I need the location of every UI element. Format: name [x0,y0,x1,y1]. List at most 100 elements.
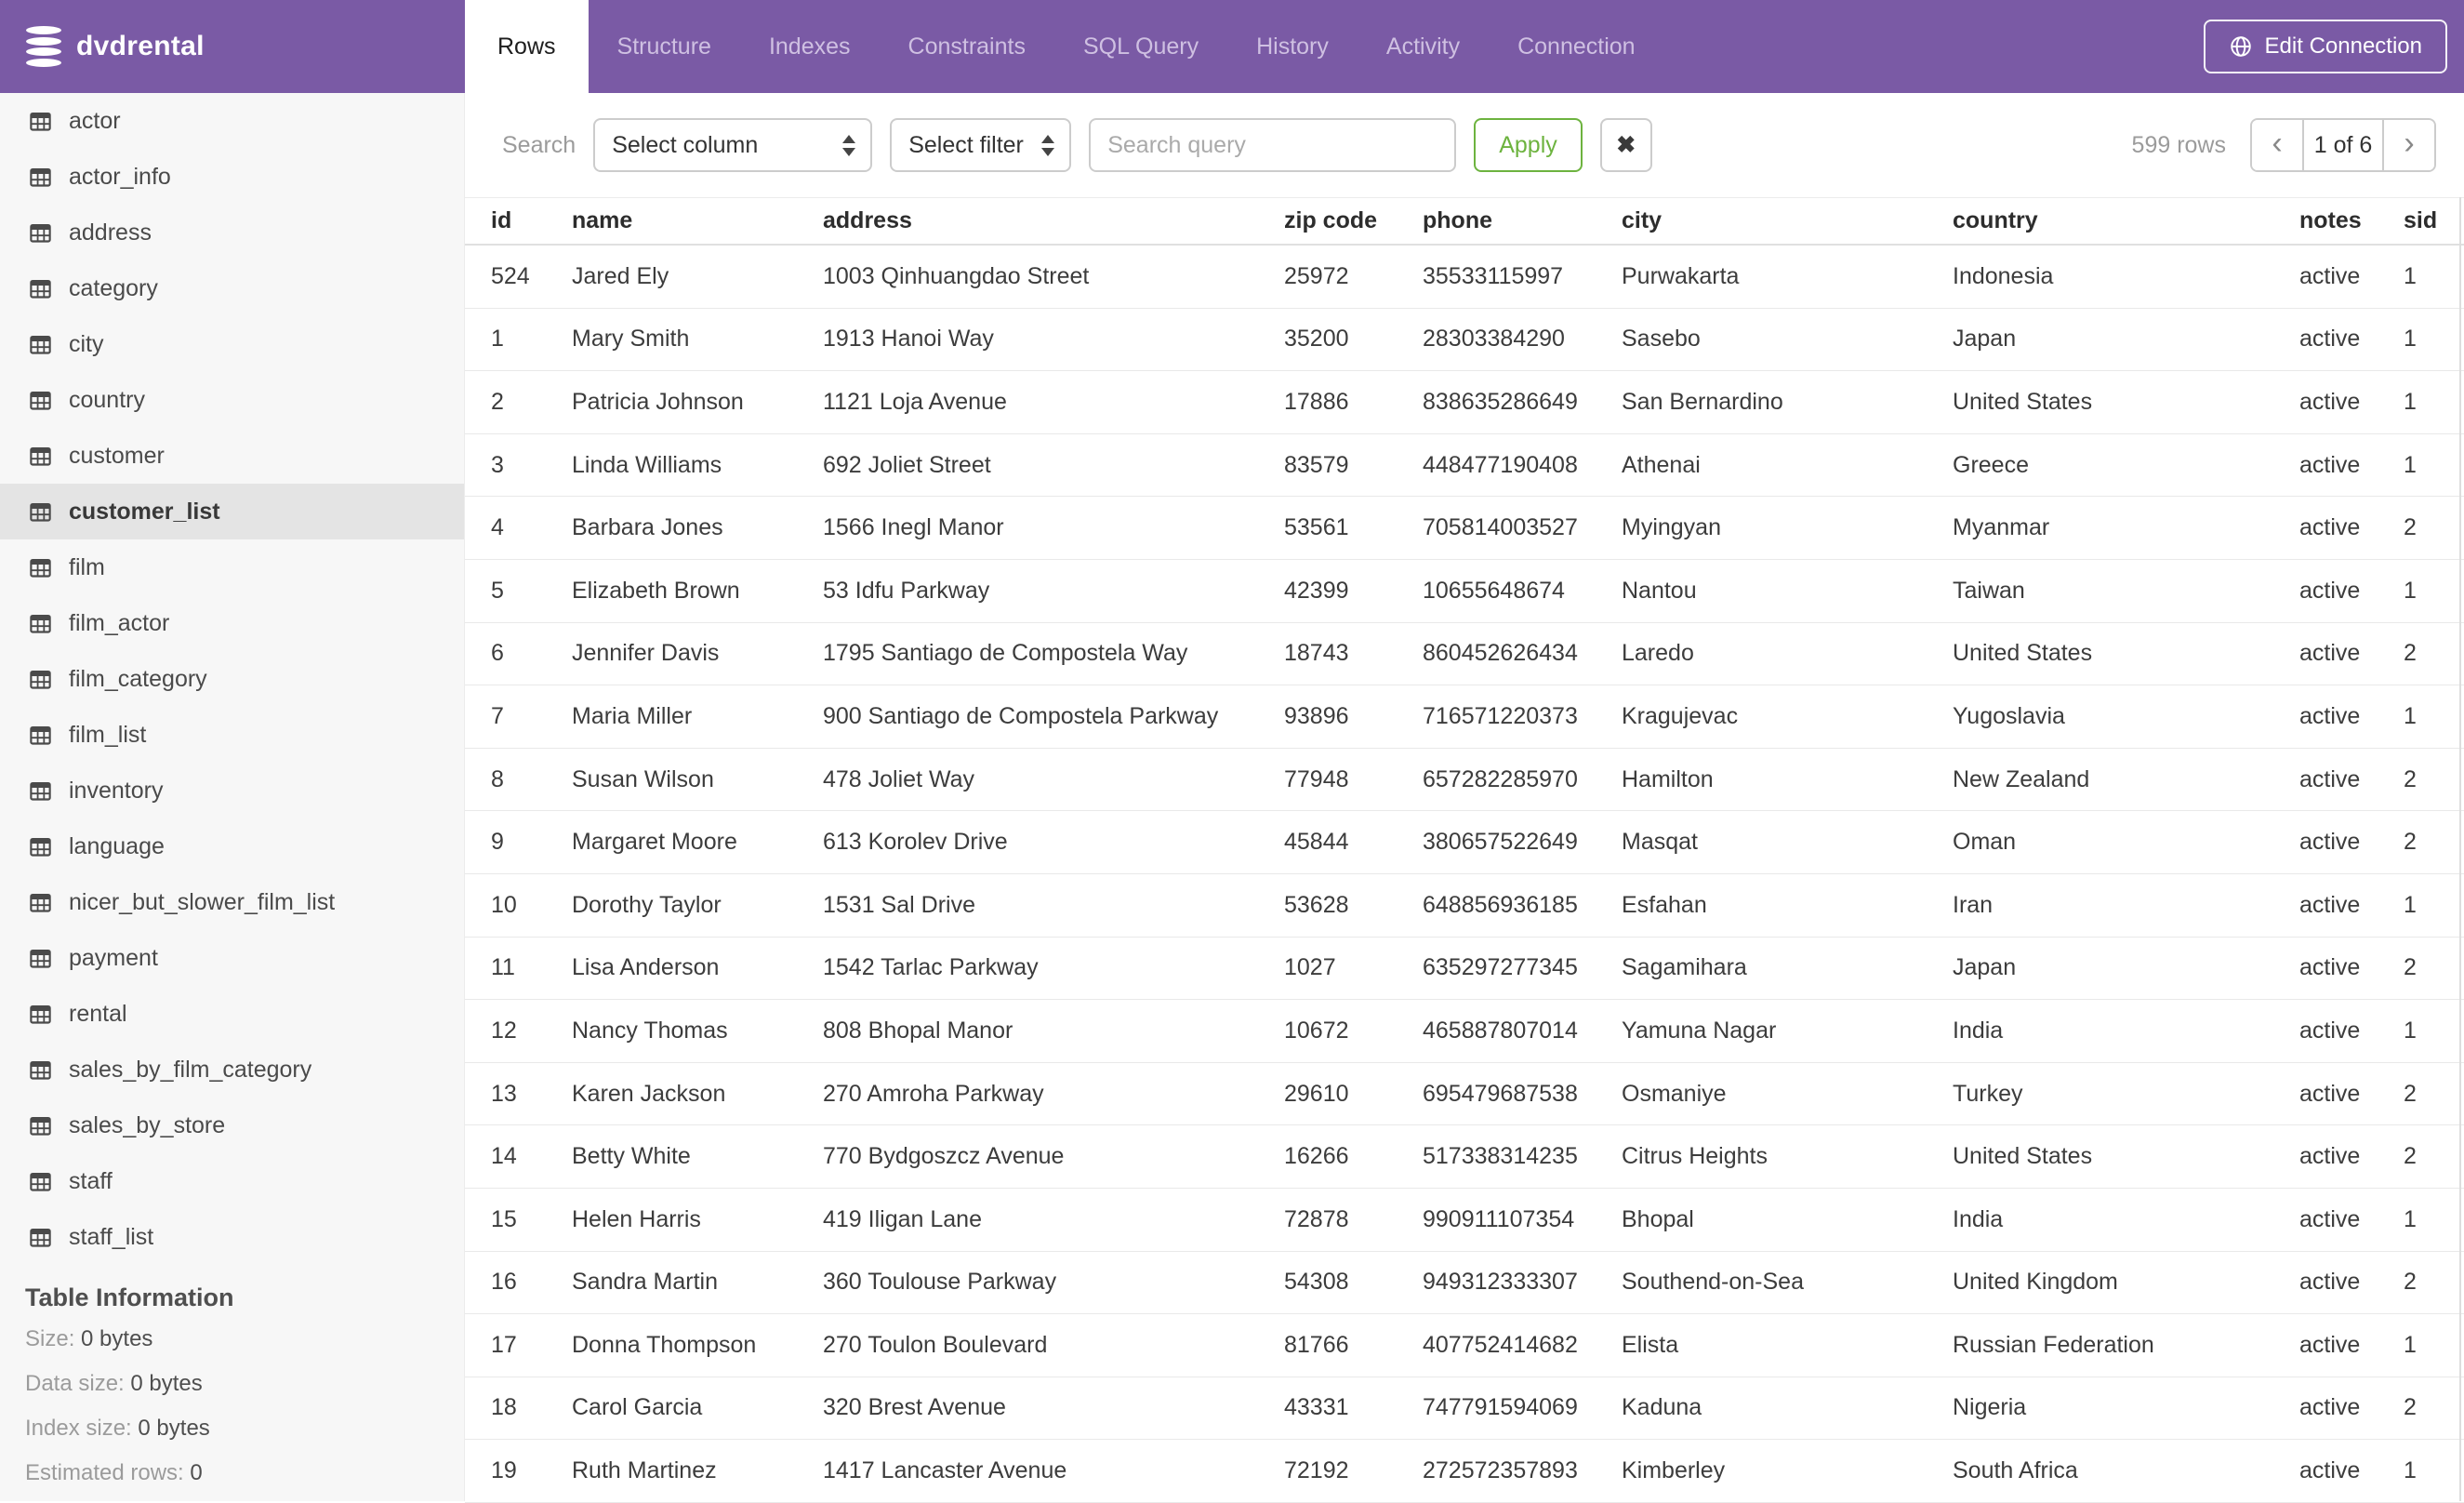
table-row[interactable]: 2 Patricia Johnson 1121 Loja Avenue 17886 83… [465,371,2464,434]
cell-country: Taiwan [1953,577,2025,604]
tab-constraints[interactable]: Constraints [880,0,1054,93]
cell-sid: 1 [2404,577,2417,604]
cell-zip-code: 1027 [1284,954,1336,981]
table-row[interactable]: 17 Donna Thompson 270 Toulon Boulevard 8176… [465,1314,2464,1377]
table-row[interactable]: 5 Elizabeth Brown 53 Idfu Parkway 42399 1065… [465,560,2464,623]
sidebar-item-customer_list[interactable]: customer_list [0,484,464,539]
table-row[interactable]: 11 Lisa Anderson 1542 Tarlac Parkway 1027 63… [465,938,2464,1001]
table-row[interactable]: 12 Nancy Thomas 808 Bhopal Manor 10672 46588… [465,1000,2464,1063]
sidebar-item-sales_by_store[interactable]: sales_by_store [0,1097,464,1153]
sidebar-item-staff[interactable]: staff [0,1153,464,1209]
cell-address: 770 Bydgoszcz Avenue [823,1143,1065,1170]
sidebar-item-sales_by_film_category[interactable]: sales_by_film_category [0,1042,464,1097]
sidebar-item-rental[interactable]: rental [0,986,464,1042]
sidebar-item-nicer_but_slower_film_list[interactable]: nicer_but_slower_film_list [0,874,464,930]
column-header-zip-code: zip code [1284,207,1378,233]
sidebar-item-actor_info[interactable]: actor_info [0,149,464,205]
cell-address: 692 Joliet Street [823,451,991,478]
tab-rows[interactable]: Rows [465,0,589,93]
cell-country: Yugoslavia [1953,702,2065,729]
info-stat: Size: 0 bytes [25,1326,153,1351]
tab-structure[interactable]: Structure [589,0,740,93]
sidebar-item-inventory[interactable]: inventory [0,763,464,818]
cell-name: Sandra Martin [572,1269,719,1296]
tab-sql-query[interactable]: SQL Query [1054,0,1227,93]
table-row[interactable]: 19 Ruth Martinez 1417 Lancaster Avenue 7219… [465,1440,2464,1503]
column-select[interactable]: Select column [593,118,873,172]
cell-address: 613 Korolev Drive [823,829,1008,856]
sidebar-item-category[interactable]: category [0,260,464,316]
cell-id: 9 [491,829,504,856]
cell-zip-code: 29610 [1284,1080,1349,1107]
sidebar-item-staff_list[interactable]: staff_list [0,1209,464,1265]
sidebar-item-address[interactable]: address [0,205,464,260]
sidebar-item-label: sales_by_film_category [69,1056,312,1083]
cell-notes: active [2299,326,2361,352]
table-icon [30,1116,51,1136]
cell-sid: 2 [2404,829,2417,856]
cell-address: 1542 Tarlac Parkway [823,954,1039,981]
tab-connection[interactable]: Connection [1489,0,1663,93]
cell-city: Esfahan [1622,891,1707,918]
cell-name: Lisa Anderson [572,954,720,981]
edit-connection-button[interactable]: Edit Connection [2203,20,2447,73]
search-query-input[interactable] [1089,118,1457,172]
cell-notes: active [2299,1394,2361,1421]
table-row[interactable]: 16 Sandra Martin 360 Toulouse Parkway 54308… [465,1252,2464,1315]
cell-zip-code: 72192 [1284,1457,1349,1484]
cell-id: 10 [491,891,517,918]
cell-id: 14 [491,1143,517,1170]
table-row[interactable]: 18 Carol Garcia 320 Brest Avenue 43331 74779… [465,1377,2464,1441]
cell-country: Myanmar [1953,514,2050,541]
tab-history[interactable]: History [1227,0,1358,93]
table-row[interactable]: 10 Dorothy Taylor 1531 Sal Drive 53628 64885… [465,874,2464,938]
table-row[interactable]: 4 Barbara Jones 1566 Inegl Manor 53561 70581… [465,497,2464,560]
cell-country: New Zealand [1953,765,2090,792]
table-row[interactable]: 13 Karen Jackson 270 Amroha Parkway 29610 69… [465,1063,2464,1126]
sidebar-item-label: sales_by_store [69,1111,226,1138]
table-row[interactable]: 8 Susan Wilson 478 Joliet Way 77948 65728228… [465,749,2464,812]
cell-address: 1913 Hanoi Way [823,326,994,352]
table-icon [30,893,51,912]
cell-city: Sasebo [1622,326,1701,352]
cell-id: 5 [491,577,504,604]
table-row[interactable]: 15 Helen Harris 419 Iligan Lane 72878 990911… [465,1189,2464,1252]
sidebar-item-language[interactable]: language [0,818,464,874]
prev-page-button[interactable]: ‹ [2252,120,2302,170]
filter-select[interactable]: Select filter [890,118,1072,172]
sidebar-item-film_actor[interactable]: film_actor [0,595,464,651]
database-icon [26,26,61,67]
cell-sid: 2 [2404,640,2417,667]
tab-bar: Rows Structure Indexes Constraints SQL Query… [465,0,1664,93]
sidebar-item-payment[interactable]: payment [0,930,464,986]
cell-notes: active [2299,577,2361,604]
sidebar-item-city[interactable]: city [0,316,464,372]
table-row[interactable]: 3 Linda Williams 692 Joliet Street 83579 448… [465,434,2464,498]
sidebar-item-actor[interactable]: actor [0,93,464,149]
edit-connection-label: Edit Connection [2264,33,2422,59]
clear-search-button[interactable]: ✖ [1599,118,1652,172]
table-row[interactable]: 6 Jennifer Davis 1795 Santiago de Composte… [465,623,2464,686]
table-row[interactable]: 7 Maria Miller 900 Santiago de Compostela … [465,685,2464,749]
table-row[interactable]: 9 Margaret Moore 613 Korolev Drive 45844 380… [465,811,2464,874]
cell-id: 8 [491,765,504,792]
table-row[interactable]: 14 Betty White 770 Bydgoszcz Avenue 16266 51… [465,1125,2464,1189]
sidebar-item-film_list[interactable]: film_list [0,707,464,763]
tab-indexes[interactable]: Indexes [740,0,880,93]
next-page-button[interactable]: › [2384,120,2434,170]
cell-sid: 2 [2404,954,2417,981]
apply-button[interactable]: Apply [1474,118,1583,172]
sidebar-item-film_category[interactable]: film_category [0,651,464,707]
sidebar-item-country[interactable]: country [0,372,464,428]
scrollbar-track[interactable] [2459,197,2461,1501]
sidebar-item-customer[interactable]: customer [0,428,464,484]
table-row[interactable]: 524 Jared Ely 1003 Qinhuangdao Street 25972… [465,246,2464,309]
cell-id: 13 [491,1080,517,1107]
column-header-name: name [572,207,633,233]
table-information-heading: Table Information [25,1284,234,1311]
cell-name: Susan Wilson [572,765,714,792]
table-row[interactable]: 1 Mary Smith 1913 Hanoi Way 35200 2830338429… [465,309,2464,372]
table-icon [30,837,51,857]
sidebar-item-film[interactable]: film [0,539,464,595]
tab-activity[interactable]: Activity [1358,0,1489,93]
